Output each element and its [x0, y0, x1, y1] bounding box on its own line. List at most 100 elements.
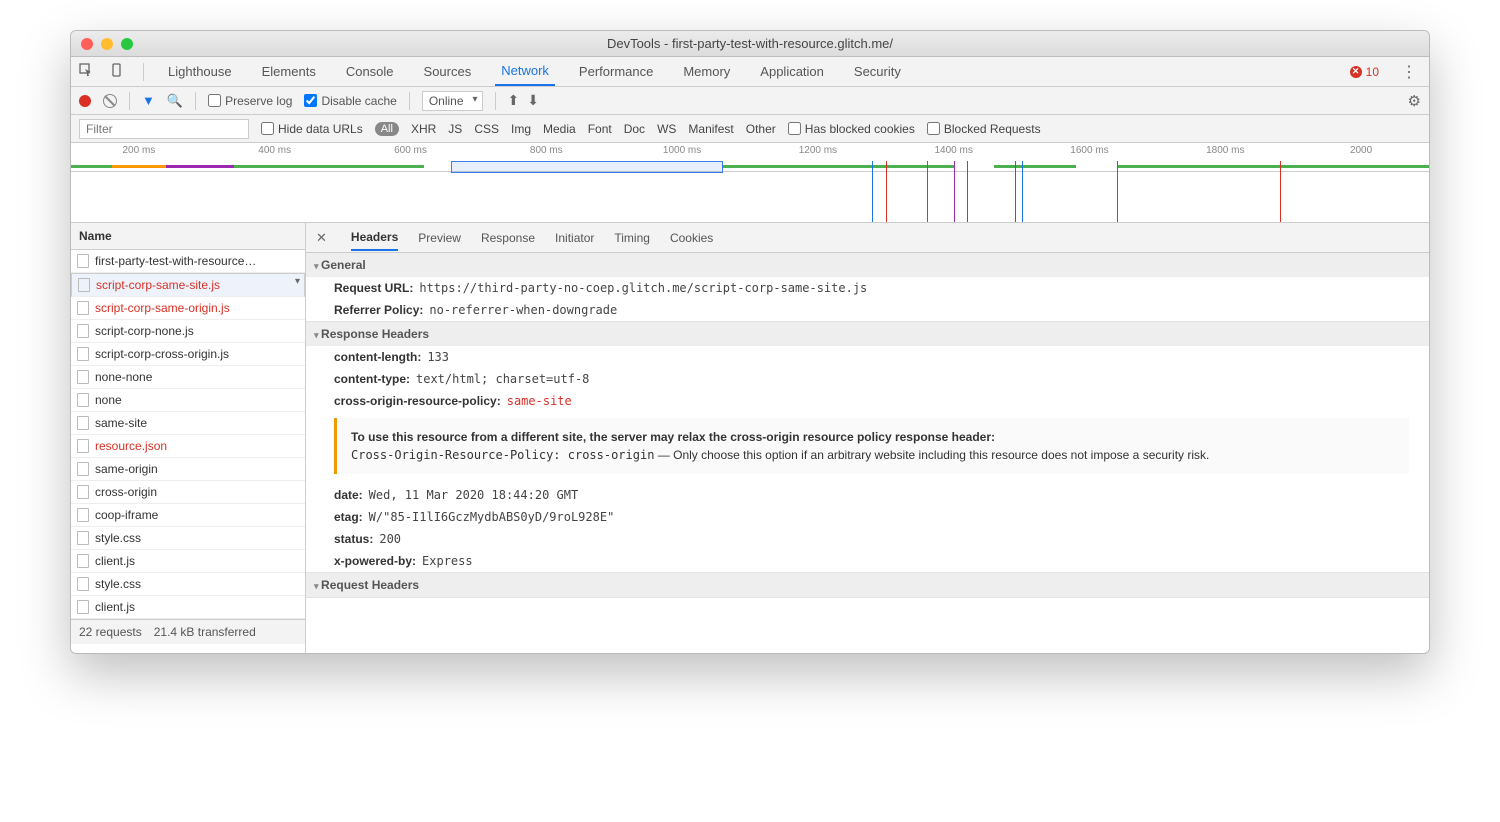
request-row[interactable]: none [71, 389, 305, 412]
request-name: resource.json [95, 439, 167, 453]
detail-tab-response[interactable]: Response [481, 231, 535, 245]
detail-tab-preview[interactable]: Preview [418, 231, 461, 245]
request-row[interactable]: style.css [71, 527, 305, 550]
filter-js[interactable]: JS [448, 122, 462, 136]
section-request-headers-header[interactable]: Request Headers [306, 573, 1429, 597]
tab-memory[interactable]: Memory [677, 57, 736, 86]
tab-console[interactable]: Console [340, 57, 400, 86]
file-icon [77, 416, 89, 430]
filter-media[interactable]: Media [543, 122, 576, 136]
file-icon [77, 508, 89, 522]
request-row[interactable]: client.js [71, 596, 305, 619]
file-icon [77, 301, 89, 315]
record-icon[interactable] [79, 95, 91, 107]
has-blocked-cookies-checkbox[interactable]: Has blocked cookies [788, 122, 915, 136]
settings-icon[interactable]: ⚙ [1408, 92, 1421, 110]
content-type-value: text/html; charset=utf-8 [416, 372, 589, 386]
request-row[interactable]: cross-origin [71, 481, 305, 504]
corp-key: cross-origin-resource-policy: [334, 394, 501, 408]
request-row[interactable]: style.css [71, 573, 305, 596]
tab-network[interactable]: Network [495, 57, 555, 86]
tab-lighthouse[interactable]: Lighthouse [162, 57, 238, 86]
tick: 400 ms [207, 145, 343, 156]
error-count-badge[interactable]: ✕10 [1350, 65, 1379, 79]
preserve-log-label: Preserve log [225, 94, 292, 108]
tab-sources[interactable]: Sources [418, 57, 478, 86]
download-har-icon[interactable]: ⬇ [527, 92, 539, 109]
tick: 200 ms [71, 145, 207, 156]
waterfall-overview[interactable]: 200 ms 400 ms 600 ms 800 ms 1000 ms 1200… [71, 143, 1429, 223]
filter-icon[interactable]: ▼ [142, 93, 155, 108]
filter-input[interactable] [79, 119, 249, 139]
request-name: style.css [95, 531, 141, 545]
separator [129, 92, 130, 110]
request-row[interactable]: same-origin [71, 458, 305, 481]
zoom-icon[interactable] [121, 38, 133, 50]
tab-application[interactable]: Application [754, 57, 830, 86]
upload-har-icon[interactable]: ⬆ [508, 92, 520, 109]
request-row[interactable]: script-corp-same-site.js [71, 273, 305, 297]
tab-performance[interactable]: Performance [573, 57, 659, 86]
callout-lead: To use this resource from a different si… [351, 428, 1395, 446]
etag-key: etag: [334, 510, 363, 524]
file-icon [77, 370, 89, 384]
callout-code: Cross-Origin-Resource-Policy: cross-orig… [351, 448, 654, 462]
throttle-select[interactable]: Online [422, 91, 483, 111]
section-general-header[interactable]: General [306, 253, 1429, 277]
filter-font[interactable]: Font [588, 122, 612, 136]
request-list: Name first-party-test-with-resource… scri… [71, 223, 306, 653]
disable-cache-label: Disable cache [321, 94, 396, 108]
filter-other[interactable]: Other [746, 122, 776, 136]
request-row[interactable]: coop-iframe [71, 504, 305, 527]
request-row[interactable]: none-none [71, 366, 305, 389]
blocked-requests-label: Blocked Requests [944, 122, 1041, 136]
detail-tab-cookies[interactable]: Cookies [670, 231, 713, 245]
detail-tab-headers[interactable]: Headers [351, 230, 398, 251]
request-row[interactable]: resource.json [71, 435, 305, 458]
filter-xhr[interactable]: XHR [411, 122, 436, 136]
request-list-header[interactable]: Name [71, 223, 305, 250]
request-name: same-site [95, 416, 147, 430]
device-toggle-icon[interactable] [111, 63, 125, 80]
request-name: client.js [95, 600, 135, 614]
close-detail-icon[interactable]: ✕ [316, 230, 327, 246]
filter-css[interactable]: CSS [474, 122, 499, 136]
tab-security[interactable]: Security [848, 57, 907, 86]
detail-tab-initiator[interactable]: Initiator [555, 231, 594, 245]
close-icon[interactable] [81, 38, 93, 50]
request-row[interactable]: first-party-test-with-resource… [71, 250, 305, 273]
request-row[interactable]: script-corp-none.js [71, 320, 305, 343]
tick: 800 ms [478, 145, 614, 156]
hide-data-urls-checkbox[interactable]: Hide data URLs [261, 122, 363, 136]
detail-tab-timing[interactable]: Timing [614, 231, 650, 245]
inspect-icon[interactable] [79, 63, 93, 80]
traffic-lights [81, 38, 133, 50]
clear-icon[interactable] [103, 94, 117, 108]
tab-elements[interactable]: Elements [256, 57, 322, 86]
file-icon [78, 278, 90, 292]
filter-img[interactable]: Img [511, 122, 531, 136]
disable-cache-checkbox[interactable]: Disable cache [304, 94, 396, 108]
date-value: Wed, 11 Mar 2020 18:44:20 GMT [369, 488, 579, 502]
tick: 1000 ms [614, 145, 750, 156]
search-icon[interactable]: 🔍 [167, 93, 183, 109]
request-row[interactable]: script-corp-cross-origin.js [71, 343, 305, 366]
minimize-icon[interactable] [101, 38, 113, 50]
status-requests: 22 requests [79, 625, 142, 639]
referrer-policy-value: no-referrer-when-downgrade [429, 303, 617, 317]
request-row[interactable]: same-site [71, 412, 305, 435]
filter-all[interactable]: All [375, 122, 399, 136]
filter-manifest[interactable]: Manifest [688, 122, 733, 136]
tick: 600 ms [343, 145, 479, 156]
request-name: script-corp-same-site.js [96, 278, 220, 292]
preserve-log-checkbox[interactable]: Preserve log [208, 94, 292, 108]
status-bar: 22 requests 21.4 kB transferred [71, 619, 305, 644]
blocked-requests-checkbox[interactable]: Blocked Requests [927, 122, 1041, 136]
request-row[interactable]: client.js [71, 550, 305, 573]
filter-doc[interactable]: Doc [624, 122, 645, 136]
filter-ws[interactable]: WS [657, 122, 676, 136]
more-icon[interactable]: ⋮ [1397, 62, 1421, 82]
section-response-headers-header[interactable]: Response Headers [306, 322, 1429, 346]
request-row[interactable]: script-corp-same-origin.js [71, 297, 305, 320]
devtools-window: DevTools - first-party-test-with-resourc… [70, 30, 1430, 654]
